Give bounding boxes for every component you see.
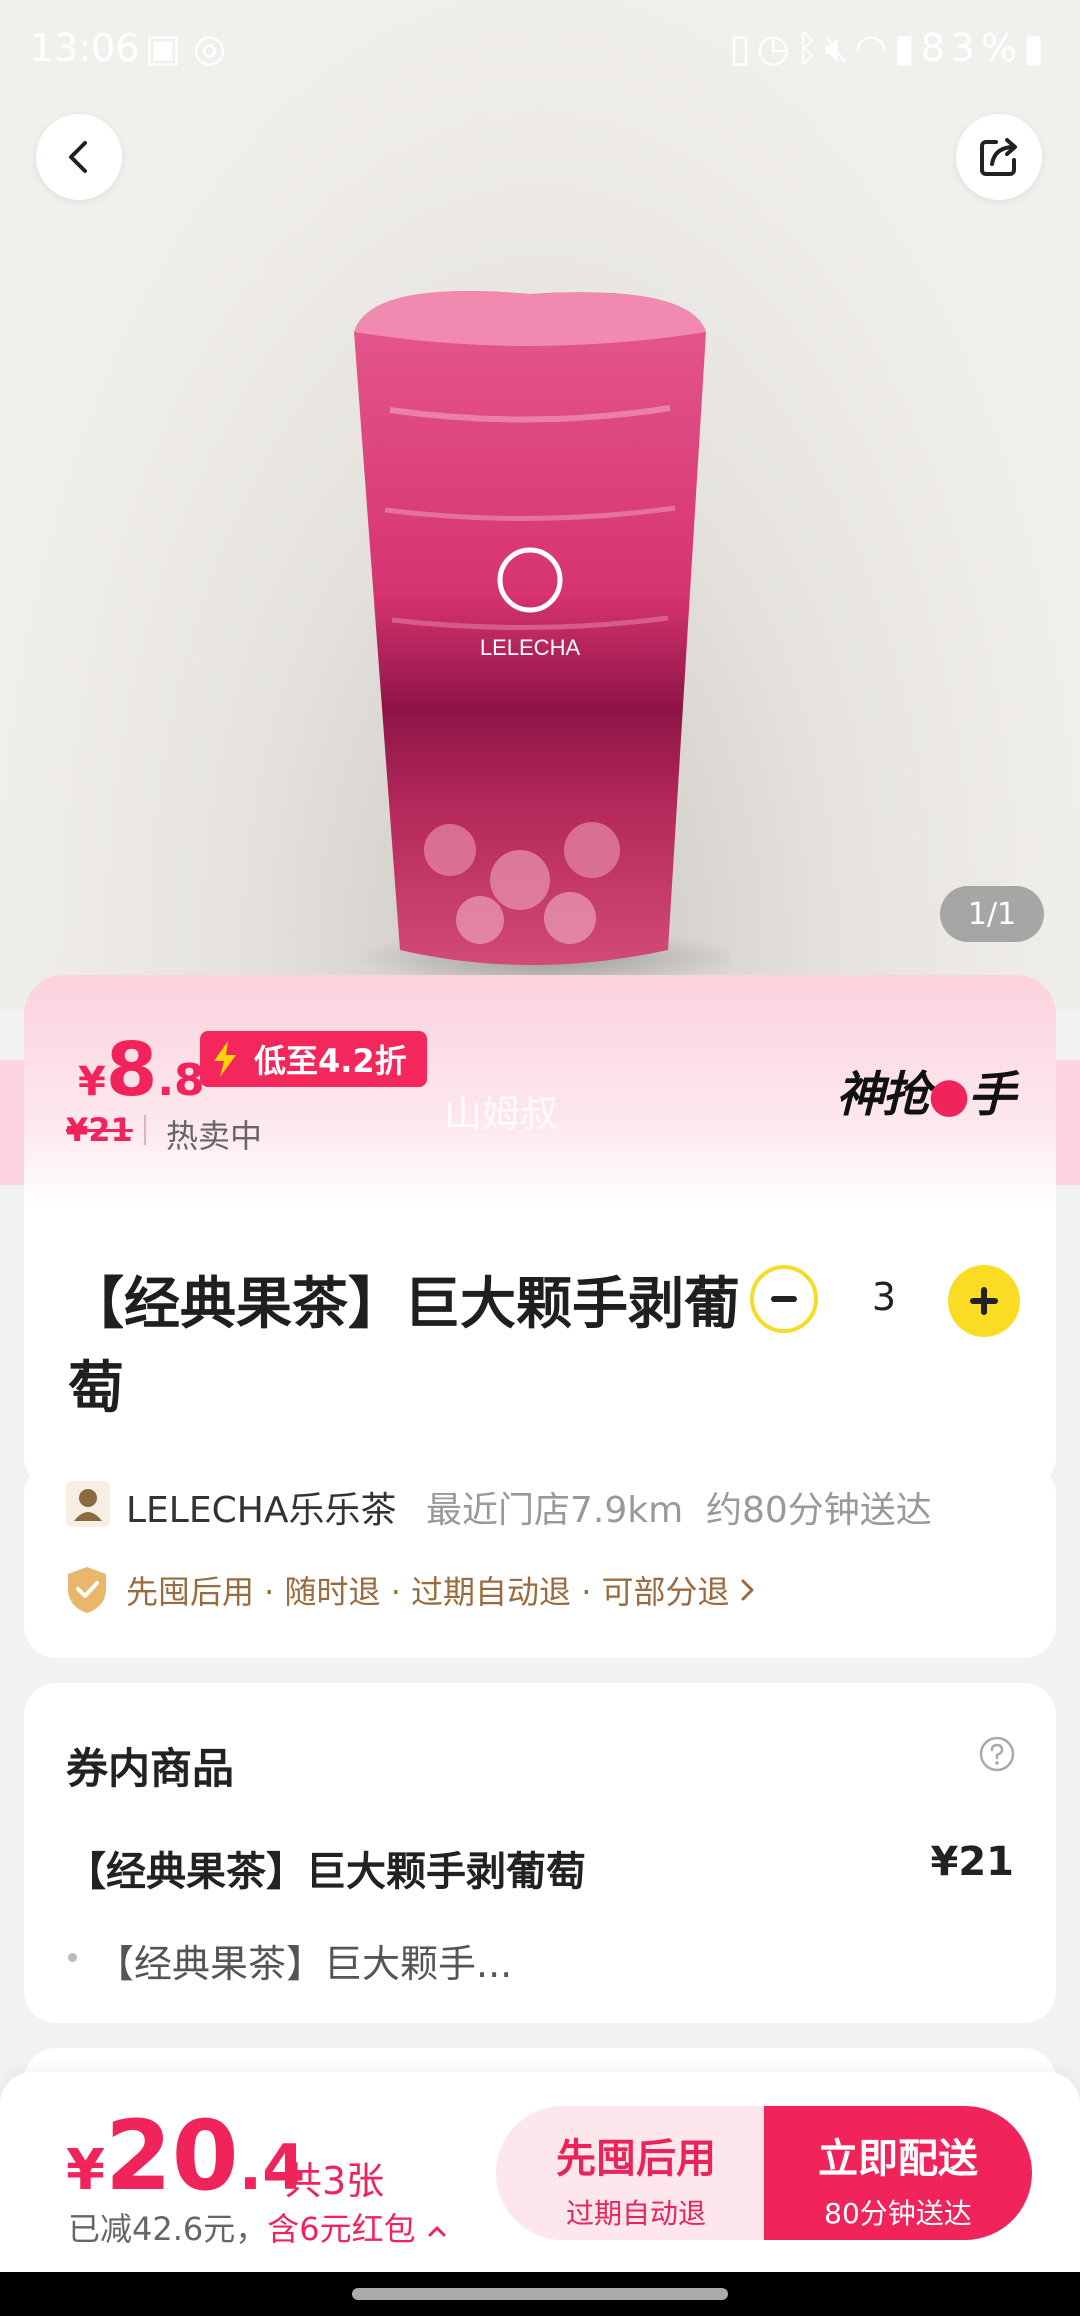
system-nav-bar: [0, 2272, 1080, 2316]
watermark-text: 山姆叔: [444, 1092, 559, 1136]
divider: [144, 1115, 146, 1145]
guarantee-text: 先囤后用 · 随时退 · 过期自动退 · 可部分退: [126, 1573, 730, 1611]
quantity-stepper: 3: [750, 1265, 1020, 1341]
discount-tag: 低至4.2折: [200, 1031, 427, 1087]
image-page-indicator: 1/1: [940, 886, 1044, 942]
home-indicator[interactable]: [352, 2288, 728, 2300]
currency-symbol: ¥: [78, 1059, 106, 1105]
lightning-icon: [214, 1041, 236, 1077]
increase-button[interactable]: [948, 1265, 1020, 1337]
signal-icon: ▮: [893, 26, 921, 70]
sale-status: 热卖中: [166, 1117, 263, 1155]
price-card: ¥8.8 低至4.2折 ¥21 热卖中 山姆叔 神抢●手 【经典果茶】巨大颗手剥…: [24, 975, 1056, 1495]
guarantee-row[interactable]: 先囤后用 · 随时退 · 过期自动退 · 可部分退: [64, 1563, 758, 1617]
sync-icon: ◎: [192, 26, 239, 70]
store-info-card[interactable]: LELECHA乐乐茶 最近门店7.9km 约80分钟送达 先囤后用 · 随时退 …: [24, 1463, 1056, 1658]
status-time: 13:06: [30, 26, 140, 70]
cup-logo-text: LELECHA: [480, 635, 581, 660]
sim-icon: ▯: [729, 26, 757, 70]
store-name: LELECHA乐乐茶: [126, 1490, 397, 1531]
store-logo: [66, 1481, 110, 1527]
buy-later-button[interactable]: 先囤后用 过期自动退: [496, 2106, 776, 2240]
product-photo: LELECHA: [330, 290, 750, 990]
share-icon: [980, 138, 1017, 176]
battery-text: 83%: [920, 26, 1024, 70]
image-icon: ▣: [145, 26, 193, 70]
deliver-now-button[interactable]: 立即配送 80分钟送达: [764, 2106, 1032, 2240]
back-button[interactable]: [36, 114, 122, 200]
alarm-icon: ◷: [756, 26, 796, 70]
brand-logo-end: 手: [967, 1067, 1016, 1123]
savings-text: 已减42.6元，: [68, 2210, 268, 2248]
brand-logo: 神抢●手: [836, 1055, 1016, 1125]
item-price: ¥21: [930, 1839, 1015, 1885]
decrease-button[interactable]: [750, 1265, 818, 1333]
total-price: ¥20.4: [66, 2100, 305, 2212]
price-decimal: .8: [157, 1055, 205, 1106]
chevron-right-icon: [741, 1579, 754, 1601]
section-title: 券内商品: [66, 1744, 235, 1793]
discount-tag-label: 低至4.2折: [254, 1042, 407, 1080]
shield-check-icon: [68, 1567, 106, 1613]
wifi-icon: ◠: [854, 26, 894, 70]
bottom-action-bar: ¥20.4 共3张 已减42.6元，含6元红包 先囤后用 过期自动退 立即配送 …: [0, 2072, 1080, 2272]
battery-icon: ▮: [1023, 26, 1050, 70]
status-left-icons: ▣◎: [145, 26, 238, 70]
minus-icon: [771, 1296, 797, 1302]
store-distance: 最近门店7.9km: [426, 1490, 684, 1531]
status-bar: 13:06 ▣◎ ▯◷ᛒ🔇︎◠▮83%▮: [0, 0, 1080, 96]
buy-later-sublabel: 过期自动退: [565, 2197, 706, 2230]
quantity-value: 3: [871, 1275, 897, 1319]
item-name: 【经典果茶】巨大颗手剥葡萄: [66, 1849, 586, 1895]
help-icon[interactable]: [978, 1735, 1016, 1773]
red-packet-text: 含6元红包: [267, 2210, 416, 2248]
product-image-area[interactable]: 13:06 ▣◎ ▯◷ᛒ🔇︎◠▮83%▮ LELECHA 1/1: [0, 0, 1080, 1010]
current-price: ¥8.8: [78, 1027, 205, 1113]
total-integer: 20: [104, 2100, 239, 2212]
mute-icon: 🔇︎: [824, 26, 855, 70]
original-price: ¥21: [66, 1111, 133, 1149]
savings-detail[interactable]: 已减42.6元，含6元红包: [68, 2204, 448, 2250]
delivery-time: 约80分钟送达: [706, 1490, 932, 1531]
price-integer: 8: [105, 1027, 158, 1113]
sub-item: 【经典果茶】巨大颗手...: [96, 1942, 513, 1986]
deliver-now-label: 立即配送: [818, 2136, 978, 2182]
bluetooth-icon: ᛒ: [795, 26, 825, 70]
brand-logo-dot: ●: [928, 1067, 970, 1123]
status-right-icons: ▯◷ᛒ🔇︎◠▮83%▮: [730, 26, 1050, 71]
share-button[interactable]: [956, 114, 1042, 200]
bullet-dot: [68, 1953, 77, 1962]
deliver-now-sublabel: 80分钟送达: [824, 2197, 972, 2230]
brand-logo-main: 神抢: [836, 1067, 930, 1123]
coupon-count: 共3张: [284, 2159, 385, 2203]
coupon-items-card: 券内商品 【经典果茶】巨大颗手剥葡萄 ¥21 【经典果茶】巨大颗手...: [24, 1683, 1056, 2023]
total-currency: ¥: [66, 2138, 105, 2203]
buy-later-label: 先囤后用: [556, 2136, 716, 2182]
product-title: 【经典果茶】巨大颗手剥葡萄: [68, 1272, 740, 1421]
plus-icon: [970, 1287, 998, 1315]
chevron-up-icon: [428, 2226, 446, 2237]
chevron-left-icon: [69, 141, 87, 173]
